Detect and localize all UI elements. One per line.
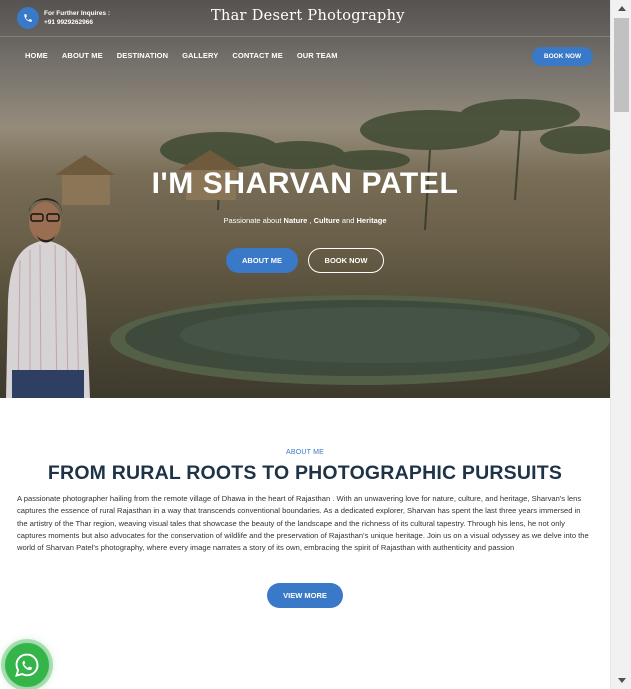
view-more-button[interactable]: VIEW MORE xyxy=(267,583,343,608)
page-scrollbar[interactable] xyxy=(610,0,631,689)
hero-subtitle-prefix: Passionate about xyxy=(223,216,284,225)
phone-number[interactable]: +91 9929262966 xyxy=(44,18,110,27)
about-me-button[interactable]: ABOUT ME xyxy=(226,248,298,273)
scroll-down-arrow-icon[interactable] xyxy=(611,673,631,689)
hero-book-now-button[interactable]: BOOK NOW xyxy=(308,248,384,273)
hero-subtitle-heritage: Heritage xyxy=(356,216,387,225)
about-title: FROM RURAL ROOTS TO PHOTOGRAPHIC PURSUIT… xyxy=(47,462,563,484)
hero-subtitle: Passionate about Nature , Culture and He… xyxy=(0,216,610,225)
main-navigation: HOME ABOUT ME DESTINATION GALLERY CONTAC… xyxy=(25,51,352,60)
hero-subtitle-nature: Nature xyxy=(283,216,308,225)
top-bar: For Further Inquires : +91 9929262966 Th… xyxy=(0,0,610,37)
nav-item-destination[interactable]: DESTINATION xyxy=(117,51,168,60)
phone-icon[interactable] xyxy=(17,7,39,29)
inquiry-label: For Further Inquires : xyxy=(44,10,111,17)
about-kicker: ABOUT ME xyxy=(285,449,325,456)
hero-subtitle-culture: Culture xyxy=(313,216,340,225)
nav-item-gallery[interactable]: GALLERY xyxy=(182,51,218,60)
nav-item-home[interactable]: HOME xyxy=(25,51,48,60)
scroll-up-arrow-icon[interactable] xyxy=(611,0,631,16)
whatsapp-icon[interactable] xyxy=(5,643,49,687)
nav-item-contact-me[interactable]: CONTACT ME xyxy=(232,51,282,60)
inquiry-contact: For Further Inquires : +91 9929262966 xyxy=(44,9,110,27)
site-brand[interactable]: Thar Desert Photography xyxy=(211,8,405,24)
nav-item-our-team[interactable]: OUR TEAM xyxy=(297,51,338,60)
scrollbar-thumb[interactable] xyxy=(614,18,629,112)
about-paragraph: A passionate photographer hailing from t… xyxy=(17,494,589,553)
hero-title: I'M SHARVAN PATEL xyxy=(151,167,459,200)
hero-subtitle-and: and xyxy=(339,216,357,225)
nav-item-about-me[interactable]: ABOUT ME xyxy=(62,51,103,60)
hero-section: For Further Inquires : +91 9929262966 Th… xyxy=(0,0,610,398)
nav-book-now-button[interactable]: BOOK NOW xyxy=(532,47,593,66)
